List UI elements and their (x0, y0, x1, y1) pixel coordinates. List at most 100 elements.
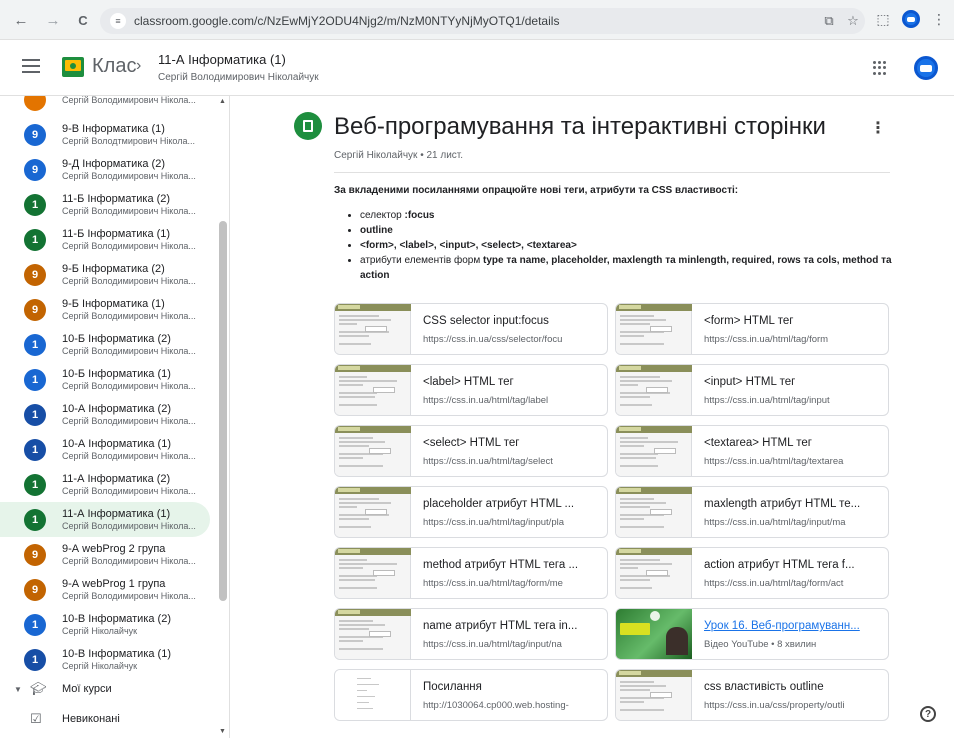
back-button[interactable]: ← (8, 7, 34, 33)
link-thumbnail (335, 670, 411, 720)
link-attachment-card[interactable]: css властивість outline https://css.in.ua… (615, 669, 889, 721)
course-avatar: 1 (24, 613, 46, 636)
caret-down-icon[interactable]: ▼ (14, 685, 22, 694)
attachment-title[interactable]: <select> HTML тег (423, 437, 601, 449)
attachment-title[interactable]: <label> HTML тег (423, 376, 601, 388)
sidebar-course-item[interactable]: Сергій Володимирович Нікола... (0, 96, 210, 117)
link-attachment-card[interactable]: CSS selector input:focus https://css.in.u… (334, 303, 608, 355)
account-avatar[interactable] (914, 56, 938, 80)
chevron-right-icon: › (136, 57, 142, 74)
extensions-icon[interactable]: ⬚ (872, 8, 894, 30)
sidebar-course-item[interactable]: 1 11-Б Інформатика (2) Сергій Володимирови… (0, 187, 210, 222)
attachment-title[interactable]: <input> HTML тег (704, 376, 882, 388)
course-name: 10-В Інформатика (1) (62, 648, 172, 660)
sidebar: Сергій Володимирович Нікола... 9 9-В Інфор… (0, 96, 230, 738)
sidebar-course-item[interactable]: 9 9-Д Інформатика (2) Сергій Володимирович… (0, 152, 210, 187)
breadcrumb-course-title[interactable]: 11-А Інформатика (1) (158, 52, 286, 67)
scroll-down-icon[interactable]: ▼ (219, 728, 226, 735)
sidebar-course-item[interactable]: 1 10-Б Інформатика (2) Сергій Володимирови… (0, 327, 210, 362)
bullet-bold-text: :focus (404, 210, 435, 221)
course-teacher: Сергій Володимирович Нікола... (62, 486, 196, 496)
course-avatar: 9 (24, 158, 46, 181)
sidebar-course-item[interactable]: 1 10-Б Інформатика (1) Сергій Володимирови… (0, 362, 210, 397)
sidebar-course-item[interactable]: 1 10-А Інформатика (2) Сергій Володимирови… (0, 397, 210, 432)
course-avatar: 9 (24, 298, 46, 321)
course-teacher: Сергій Володимирович Нікола... (62, 591, 196, 601)
sidebar-course-item[interactable]: 1 10-В Інформатика (1) Сергій Ніколайчук (0, 642, 210, 677)
course-name: 9-В Інформатика (1) (62, 123, 165, 135)
attachment-url: https://css.in.ua/html/tag/input/na (423, 639, 562, 650)
reload-button[interactable]: C (70, 7, 96, 33)
browser-profile-avatar[interactable] (902, 10, 920, 28)
sidebar-item-todo[interactable]: ☑ Невиконані (0, 704, 218, 734)
link-attachment-card[interactable]: <select> HTML тег https://css.in.ua/html/… (334, 425, 608, 477)
help-icon[interactable]: ? (920, 706, 936, 722)
sidebar-course-item[interactable]: 1 11-Б Інформатика (1) Сергій Володимирови… (0, 222, 210, 257)
sidebar-item-my-courses[interactable]: ▼ 🎓︎ Мої курси (0, 674, 218, 704)
more-options-icon[interactable]: ⋮ (870, 118, 886, 138)
attachment-title[interactable]: name атрибут HTML тега in... (423, 620, 601, 632)
course-teacher: Сергій Володимирович Нікола... (62, 276, 196, 286)
scrollbar-thumb[interactable] (219, 221, 227, 601)
video-attachment-card[interactable]: Урок 16. Веб-програмуванн... Відео YouTub… (615, 608, 889, 660)
forward-button[interactable]: → (40, 7, 66, 33)
sidebar-course-item[interactable]: 9 9-А webProg 2 група Сергій Володимирович… (0, 537, 210, 572)
sidebar-course-item[interactable]: 9 9-А webProg 1 група Сергій Володимирович… (0, 572, 210, 607)
install-app-icon[interactable]: ⧉ (817, 13, 841, 29)
google-apps-icon[interactable] (873, 61, 887, 75)
link-attachment-card[interactable]: <textarea> HTML тег https://css.in.ua/htm… (615, 425, 889, 477)
link-attachment-card[interactable]: <label> HTML тег https://css.in.ua/html/t… (334, 364, 608, 416)
sidebar-scrollbar[interactable]: ▲ ▼ (218, 96, 228, 738)
link-attachment-card[interactable]: method атрибут HTML тега ... https://css.… (334, 547, 608, 599)
sidebar-course-item[interactable]: 1 11-А Інформатика (1) Сергій Володимирови… (0, 502, 210, 537)
attachment-title[interactable]: placeholder атрибут HTML ... (423, 498, 601, 510)
material-icon (294, 112, 322, 140)
link-attachment-card[interactable]: placeholder атрибут HTML ... https://css.… (334, 486, 608, 538)
course-teacher: Сергій Володимирович Нікола... (62, 381, 196, 391)
attachment-title[interactable]: <form> HTML тег (704, 315, 882, 327)
sidebar-course-item[interactable]: 1 10-А Інформатика (1) Сергій Володимирови… (0, 432, 210, 467)
sidebar-course-item[interactable]: 9 9-Б Інформатика (1) Сергій Володимирович… (0, 292, 210, 327)
sidebar-course-item[interactable]: 9 9-Б Інформатика (2) Сергій Володимирович… (0, 257, 210, 292)
course-list: Сергій Володимирович Нікола... 9 9-В Інфор… (0, 96, 210, 677)
course-name: 10-В Інформатика (2) (62, 613, 172, 625)
attachment-title[interactable]: <textarea> HTML тег (704, 437, 882, 449)
attachment-title[interactable]: action атрибут HTML тега f... (704, 559, 882, 571)
attachment-title[interactable]: Урок 16. Веб-програмуванн... (704, 620, 882, 632)
address-bar[interactable]: ≡ classroom.google.com/c/NzEwMjY2ODU4Njg… (100, 8, 865, 34)
classroom-logo-icon[interactable] (62, 57, 84, 77)
course-avatar: 9 (24, 543, 46, 566)
bookmark-star-icon[interactable]: ☆ (841, 13, 865, 29)
course-avatar: 9 (24, 578, 46, 601)
course-teacher: Сергій Володимирович Нікола... (62, 241, 196, 251)
scroll-up-icon[interactable]: ▲ (219, 98, 226, 105)
link-attachment-card[interactable]: maxlength атрибут HTML те... https://css.… (615, 486, 889, 538)
browser-menu-icon[interactable]: ⋮ (928, 8, 950, 30)
attachment-url: https://css.in.ua/css/property/outli (704, 700, 845, 711)
course-name: 10-Б Інформатика (1) (62, 368, 171, 380)
link-attachment-card[interactable]: action атрибут HTML тега f... https://css… (615, 547, 889, 599)
attachment-title[interactable]: css властивість outline (704, 681, 882, 693)
attachment-title[interactable]: method атрибут HTML тега ... (423, 559, 601, 571)
main-menu-icon[interactable] (22, 59, 40, 73)
sidebar-course-item[interactable]: 1 10-В Інформатика (2) Сергій Ніколайчук (0, 607, 210, 642)
attachment-url: http://1030064.cp000.web.hosting- (423, 700, 569, 711)
brand-name[interactable]: Клас (92, 55, 136, 78)
course-name: 11-Б Інформатика (1) (62, 228, 171, 240)
link-attachment-card[interactable]: name атрибут HTML тега in... https://css.… (334, 608, 608, 660)
attachment-title[interactable]: Посилання (423, 681, 601, 693)
course-avatar: 1 (24, 403, 46, 426)
link-attachment-card[interactable]: <input> HTML тег https://css.in.ua/html/t… (615, 364, 889, 416)
course-avatar: 1 (24, 473, 46, 496)
link-attachment-card[interactable]: Посилання http://1030064.cp000.web.hostin… (334, 669, 608, 721)
attachment-title[interactable]: CSS selector input:focus (423, 315, 601, 327)
link-attachment-card[interactable]: <form> HTML тег https://css.in.ua/html/ta… (615, 303, 889, 355)
course-avatar: 1 (24, 648, 46, 671)
site-info-icon[interactable]: ≡ (110, 13, 126, 29)
attachment-title[interactable]: maxlength атрибут HTML те... (704, 498, 882, 510)
sidebar-course-item[interactable]: 1 11-А Інформатика (2) Сергій Володимирови… (0, 467, 210, 502)
course-teacher: Сергій Володтмирович Нікола... (62, 136, 195, 146)
sidebar-course-item[interactable]: 9 9-В Інформатика (1) Сергій Володтмирович… (0, 117, 210, 152)
attachment-url: https://css.in.ua/html/tag/input/pla (423, 517, 564, 528)
course-teacher: Сергій Володимирович Нікола... (62, 311, 196, 321)
